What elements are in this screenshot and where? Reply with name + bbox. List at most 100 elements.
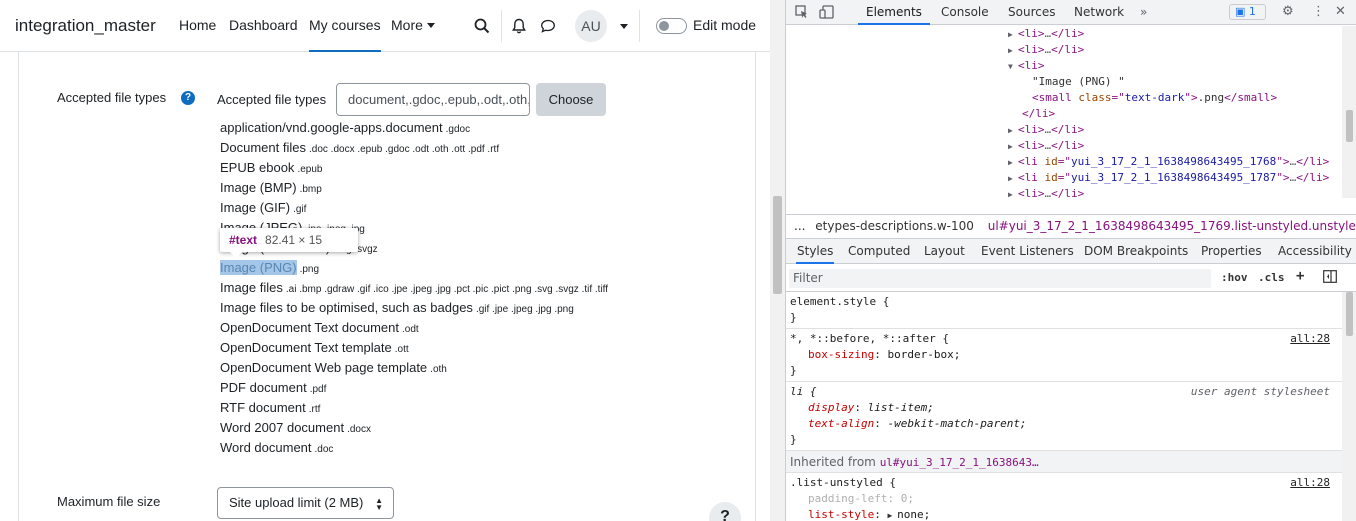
- rule-selector: element.style {: [790, 295, 890, 308]
- help-button[interactable]: ?: [709, 502, 741, 521]
- nav-my-courses[interactable]: My courses: [309, 17, 381, 52]
- breadcrumb-ellipsis[interactable]: ...: [794, 219, 805, 233]
- bell-icon[interactable]: [512, 18, 526, 39]
- expand-triangle-icon[interactable]: ▶: [1008, 123, 1018, 139]
- scrollbar-thumb[interactable]: [773, 196, 782, 294]
- nav-more-label: More: [391, 17, 423, 33]
- file-type-item: Word 2007 document .docx: [220, 418, 608, 438]
- nav-home[interactable]: Home: [179, 17, 216, 33]
- dom-node-line[interactable]: ▶ <li id="yui_3_17_2_1_1638498643495_1787…: [786, 170, 1342, 186]
- rule-declaration[interactable]: list-style: ▶ none;: [790, 507, 1338, 521]
- file-type-name: Image (PNG): [220, 260, 297, 275]
- cls-toggle[interactable]: .cls: [1258, 271, 1285, 284]
- issues-badge[interactable]: ▣ 1: [1229, 4, 1266, 20]
- expand-triangle-icon[interactable]: ▶: [887, 511, 897, 520]
- styles-scrollbar-thumb[interactable]: [1346, 292, 1353, 336]
- dom-node-line[interactable]: ▶ <li>…</li>: [786, 26, 1342, 42]
- close-icon[interactable]: ✕: [1335, 5, 1346, 19]
- help-icon[interactable]: ?: [181, 91, 195, 105]
- chat-icon[interactable]: [540, 19, 556, 38]
- nav-more[interactable]: More: [391, 17, 435, 33]
- rule-universal[interactable]: all:28 *, *::before, *::after { box-sizi…: [786, 329, 1342, 382]
- styles-rules: element.style { } all:28 *, *::before, *…: [786, 292, 1342, 521]
- dom-scrollbar-thumb[interactable]: [1346, 110, 1353, 142]
- dom-node-line[interactable]: ▼ <li>: [786, 58, 1342, 74]
- gear-icon[interactable]: ⚙: [1282, 5, 1294, 19]
- rule-declaration-inactive[interactable]: padding-left: 0;: [790, 491, 1338, 507]
- tab-sources[interactable]: Sources: [1008, 0, 1055, 25]
- file-type-name: application/vnd.google-apps.document: [220, 120, 443, 135]
- tab-properties[interactable]: Properties: [1201, 239, 1262, 264]
- expand-triangle-icon[interactable]: ▼: [1008, 59, 1018, 75]
- tab-styles[interactable]: Styles: [796, 239, 835, 264]
- rule-declaration[interactable]: text-align: -webkit-match-parent;: [790, 416, 1338, 432]
- nav-divider: [639, 10, 640, 42]
- tab-computed[interactable]: Computed: [848, 239, 910, 264]
- dom-node-line[interactable]: ▶ <li id="yui_3_17_2_1_1638498643495_1768…: [786, 154, 1342, 170]
- rule-list-unstyled[interactable]: all:28 .list-unstyled { padding-left: 0;…: [786, 473, 1342, 521]
- breadcrumb-item-ul[interactable]: ul#yui_3_17_2_1_1638498643495_1769.list-…: [988, 219, 1356, 233]
- expand-triangle-icon[interactable]: ▶: [1008, 155, 1018, 171]
- dom-node-line[interactable]: "Image (PNG) ": [786, 74, 1342, 90]
- expand-triangle-icon[interactable]: ▶: [1008, 43, 1018, 59]
- kebab-menu-icon[interactable]: ⋮: [1312, 5, 1325, 19]
- tab-elements[interactable]: Elements: [858, 0, 930, 25]
- filter-placeholder: Filter: [793, 271, 823, 285]
- dom-node-line[interactable]: </li>: [786, 106, 1342, 122]
- filter-input[interactable]: [789, 269, 1211, 288]
- file-type-name: Image (GIF): [220, 200, 291, 215]
- edit-mode-label: Edit mode: [693, 17, 757, 33]
- rule-source-link[interactable]: all:28: [1290, 476, 1330, 489]
- property-name: box-sizing: [808, 348, 875, 361]
- search-icon[interactable]: [474, 18, 490, 39]
- dom-scrollbar[interactable]: [1342, 26, 1356, 198]
- expand-triangle-icon[interactable]: ▶: [1008, 187, 1018, 198]
- tab-console[interactable]: Console: [941, 0, 989, 25]
- dom-tree[interactable]: ▶ <li>…</li> ▶ <li>…</li> ▼ <li> "Image (PNG) …: [786, 26, 1342, 198]
- max-file-size-select[interactable]: Site upload limit (2 MB) ▲ ▼: [217, 487, 394, 519]
- file-type-extensions: .rtf: [308, 404, 321, 415]
- device-toolbar-icon[interactable]: [819, 5, 835, 23]
- file-type-name: Word document: [220, 440, 312, 455]
- tab-layout[interactable]: Layout: [924, 239, 965, 264]
- dom-node-line[interactable]: ▶ <li>…</li>: [786, 122, 1342, 138]
- rule-source-link[interactable]: all:28: [1290, 332, 1330, 345]
- tab-accessibility[interactable]: Accessibility: [1278, 239, 1352, 264]
- file-type-extensions: .pdf: [309, 384, 327, 395]
- rule-declaration[interactable]: box-sizing: border-box;: [790, 347, 1338, 363]
- avatar[interactable]: AU: [575, 10, 607, 42]
- inspect-element-icon[interactable]: [795, 5, 809, 23]
- site-brand[interactable]: integration_master: [15, 16, 156, 36]
- page-scrollbar[interactable]: [770, 0, 785, 521]
- issues-chat-icon: ▣: [1235, 5, 1246, 18]
- inherited-element-link[interactable]: ul#yui_3_17_2_1_1638643…: [880, 456, 1039, 469]
- add-rule-icon[interactable]: +: [1296, 268, 1304, 284]
- user-menu-chevron-icon[interactable]: [620, 24, 628, 29]
- hov-toggle[interactable]: :hov: [1221, 271, 1248, 284]
- file-type-extensions: .ott: [394, 344, 409, 355]
- breadcrumb-item[interactable]: etypes-descriptions.w-100: [815, 219, 974, 233]
- dom-node-line[interactable]: ▶ <li>…</li>: [786, 186, 1342, 198]
- expand-triangle-icon[interactable]: ▶: [1008, 139, 1018, 155]
- rule-declaration[interactable]: display: list-item;: [790, 400, 1338, 416]
- expand-triangle-icon[interactable]: ▶: [1008, 27, 1018, 43]
- file-type-extensions: .docx: [347, 424, 371, 435]
- dom-node-line[interactable]: <small class="text-dark">.png</small>: [786, 90, 1342, 106]
- choose-button[interactable]: Choose: [536, 83, 606, 116]
- styles-scrollbar[interactable]: [1342, 292, 1356, 521]
- rule-li-ua[interactable]: user agent stylesheet li { display: list…: [786, 382, 1342, 451]
- edit-mode-toggle[interactable]: [656, 18, 687, 34]
- file-types-input[interactable]: document,.gdoc,.epub,.odt,.oth,.ott,.pdf…: [336, 83, 530, 116]
- tab-network[interactable]: Network: [1074, 0, 1124, 25]
- expand-triangle-icon[interactable]: ▶: [1008, 171, 1018, 187]
- dom-node-line[interactable]: ▶ <li>…</li>: [786, 138, 1342, 154]
- file-type-name: Word 2007 document: [220, 420, 345, 435]
- nav-dashboard[interactable]: Dashboard: [229, 17, 298, 33]
- more-tabs-icon[interactable]: »: [1140, 0, 1147, 25]
- rule-element-style[interactable]: element.style { }: [786, 292, 1342, 329]
- rule-source-ua: user agent stylesheet: [1190, 385, 1330, 398]
- tab-dom-breakpoints[interactable]: DOM Breakpoints: [1084, 239, 1188, 264]
- sidebar-toggle-icon[interactable]: [1323, 270, 1337, 286]
- tab-event-listeners[interactable]: Event Listeners: [981, 239, 1074, 264]
- dom-node-line[interactable]: ▶ <li>…</li>: [786, 42, 1342, 58]
